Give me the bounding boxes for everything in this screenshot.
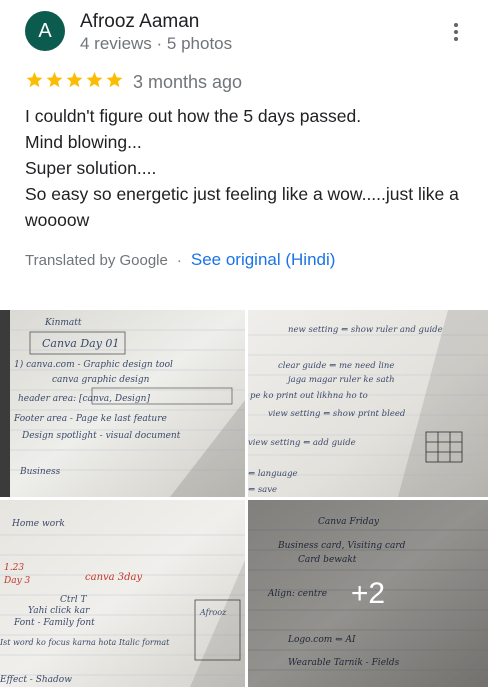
note-text: Day 3 — [3, 576, 31, 586]
star-icon — [65, 70, 84, 90]
note-text: Effect - Shadow — [0, 675, 72, 685]
note-text: new setting ⇐ show ruler and guide — [288, 325, 443, 335]
more-dot — [454, 37, 458, 41]
translated-label: Translated by Google — [25, 251, 168, 269]
note-text: 1.23 — [4, 563, 24, 573]
star-icon — [25, 70, 44, 90]
note-text: Home work — [11, 519, 65, 529]
review-photo-4[interactable]: Canva Friday Business card, Visiting car… — [248, 500, 488, 687]
note-text: view setting ⇐ show print bleed — [268, 409, 406, 419]
star-icon — [85, 70, 104, 90]
more-photos-overlay[interactable]: +2 — [248, 500, 488, 687]
note-text: Business — [19, 467, 61, 477]
review-text: I couldn't figure out how the 5 days pas… — [25, 103, 475, 233]
review-line: Super solution.... — [25, 158, 157, 178]
note-text: 1) canva.com - Graphic design tool — [14, 359, 173, 370]
review-line: So easy so energetic just feeling like a… — [25, 184, 459, 204]
separator-dot: · — [176, 251, 182, 269]
star-rating — [25, 70, 124, 94]
author-name[interactable]: Afrooz Aaman — [80, 11, 199, 33]
note-text: canva 3day — [85, 572, 143, 583]
see-original-link[interactable]: See original (Hindi) — [191, 250, 336, 270]
notebook-photo: Kinmatt Canva Day 01 1) canva.com - Grap… — [0, 310, 245, 497]
note-text: Yahi click kar — [28, 606, 90, 616]
note-text: Canva Day 01 — [42, 337, 119, 350]
note-text: pe ko print out likhna ho to — [250, 391, 368, 401]
more-dot — [454, 30, 458, 34]
avatar[interactable]: A — [25, 11, 65, 51]
translation-row: Translated by Google · See original (Hin… — [25, 250, 335, 270]
notebook-photo: Home work 1.23 Day 3 canva 3day Ctrl T Y… — [0, 500, 245, 687]
note-text: Footer area - Page ke last feature — [13, 414, 167, 424]
note-text: Font - Family font — [13, 618, 95, 628]
note-text: Kinmatt — [44, 318, 82, 328]
review-photo-2[interactable]: new setting ⇐ show ruler and guide clear… — [248, 310, 488, 497]
note-text: header area: [canva, Design] — [18, 394, 150, 404]
review-photo-3[interactable]: Home work 1.23 Day 3 canva 3day Ctrl T Y… — [0, 500, 245, 687]
more-photos-count: +2 — [350, 576, 386, 610]
review-date: 3 months ago — [133, 72, 243, 92]
note-text: jaga magar ruler ke sath — [286, 375, 395, 385]
photo-grid: Kinmatt Canva Day 01 1) canva.com - Grap… — [0, 310, 488, 687]
note-text: Ctrl T — [60, 595, 88, 605]
more-dot — [454, 23, 458, 27]
note-text: view setting ⇐ add guide — [248, 438, 356, 448]
star-icon — [45, 70, 64, 90]
review-line: Mind blowing... — [25, 132, 142, 152]
review-line: I couldn't figure out how the 5 days pas… — [25, 106, 362, 126]
author-meta: 4 reviews · 5 photos — [80, 34, 233, 53]
note-text: clear guide ⇐ me need line — [278, 361, 394, 371]
notebook-photo: new setting ⇐ show ruler and guide clear… — [248, 310, 488, 497]
note-text: ⇐ save — [248, 485, 277, 495]
note-text: canva graphic design — [52, 375, 150, 385]
note-text: ⇐ language — [248, 469, 298, 479]
star-icon — [105, 70, 124, 90]
review-line: woooow — [25, 210, 90, 230]
review-photo-1[interactable]: Kinmatt Canva Day 01 1) canva.com - Grap… — [0, 310, 245, 497]
note-text: Design spotlight - visual document — [21, 431, 181, 441]
note-text: Ist word ko focus karna hota Italic form… — [0, 638, 170, 647]
review-card: A Afrooz Aaman 4 reviews · 5 photos 3 mo… — [0, 0, 488, 310]
more-vert-icon[interactable] — [446, 20, 466, 44]
